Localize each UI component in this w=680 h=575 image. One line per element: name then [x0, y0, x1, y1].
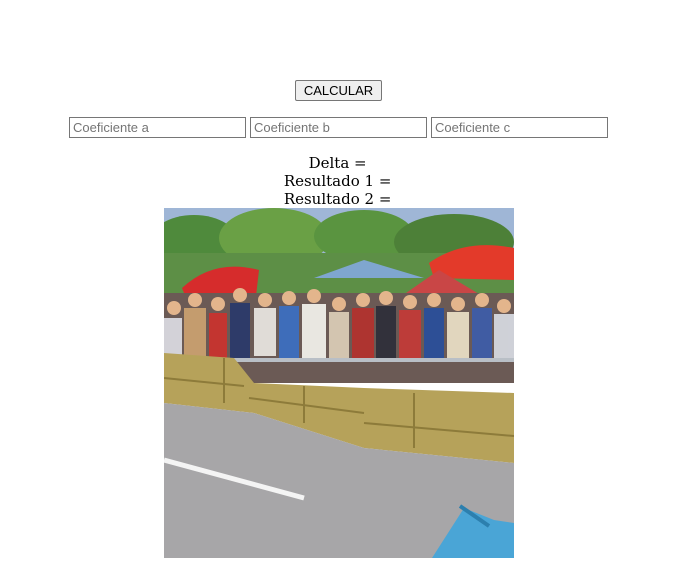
calculate-button[interactable]: CALCULAR	[295, 80, 382, 101]
delta-result: Delta =	[308, 154, 372, 172]
result-1: Resultado 1 =	[283, 172, 397, 190]
results-panel: Delta = Resultado 1 = Resultado 2 =	[0, 154, 680, 208]
race-crowd-image	[164, 208, 514, 558]
coefficient-c-input[interactable]	[431, 117, 608, 138]
page: CALCULAR Delta = Resultado 1 = Resultado…	[0, 0, 680, 575]
coefficient-a-input[interactable]	[69, 117, 246, 138]
coefficient-b-input[interactable]	[250, 117, 427, 138]
result-2: Resultado 2 =	[283, 190, 397, 208]
